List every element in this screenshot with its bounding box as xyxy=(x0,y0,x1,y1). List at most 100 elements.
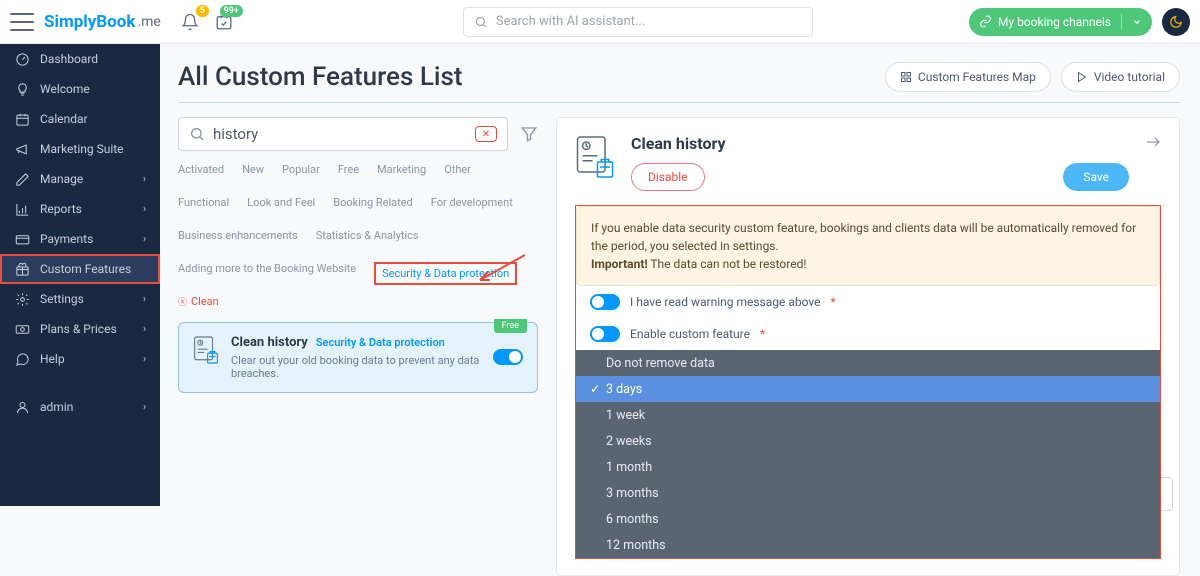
chevron-down-icon xyxy=(1132,17,1142,27)
dropdown-option-1-month[interactable]: ✓1 month xyxy=(576,454,1160,480)
filter-tag-other[interactable]: Other xyxy=(444,163,471,176)
warning-message: If you enable data security custom featu… xyxy=(576,206,1160,286)
filter-tags: Activated New Popular Free Marketing Other Fun… xyxy=(178,163,538,308)
filter-tag-clean-active[interactable]: ⓧ Clean xyxy=(178,295,219,308)
chat-icon xyxy=(14,352,30,367)
filter-tag-functional[interactable]: Functional xyxy=(178,196,229,209)
chevron-right-icon: › xyxy=(143,204,146,215)
sidebar-user-admin[interactable]: admin › xyxy=(0,392,160,422)
app-header: SimplyBook.me 5 99+ Search with AI assis… xyxy=(0,0,1200,44)
gift-icon xyxy=(14,262,30,277)
theme-toggle-button[interactable] xyxy=(1162,8,1190,36)
notification-badge: 5 xyxy=(196,5,209,17)
user-icon xyxy=(14,400,30,415)
sidebar-item-settings[interactable]: Settings› xyxy=(0,284,160,314)
chevron-right-icon: › xyxy=(143,174,146,185)
filter-tag-for-development[interactable]: For development xyxy=(431,196,513,209)
video-tutorial-button[interactable]: Video tutorial xyxy=(1061,62,1180,92)
main-content: All Custom Features List Custom Features… xyxy=(160,44,1200,576)
sidebar-item-reports[interactable]: Reports› xyxy=(0,194,160,224)
dropdown-option-12-months[interactable]: ✓12 months xyxy=(576,532,1160,558)
filter-tag-activated[interactable]: Activated xyxy=(178,163,224,176)
card-icon xyxy=(14,232,30,247)
gear-icon xyxy=(14,292,30,307)
document-trash-icon xyxy=(575,134,615,180)
feature-enable-toggle[interactable] xyxy=(493,349,523,365)
feature-card-clean-history[interactable]: Free Clean history Security & Data prote… xyxy=(178,322,538,393)
enable-feature-row: Enable custom feature * xyxy=(576,318,1160,350)
retention-period-dropdown[interactable]: ✓Do not remove data✓3 days✓1 week✓2 week… xyxy=(576,350,1160,558)
free-badge: Free xyxy=(494,319,527,333)
dropdown-option-2-weeks[interactable]: ✓2 weeks xyxy=(576,428,1160,454)
filter-tag-free[interactable]: Free xyxy=(338,163,359,176)
booking-channels-button[interactable]: My booking channels xyxy=(969,8,1152,36)
save-button[interactable]: Save xyxy=(1063,163,1129,191)
chevron-right-icon: › xyxy=(143,402,146,413)
sidebar-item-payments[interactable]: Payments› xyxy=(0,224,160,254)
sidebar: DashboardWelcomeCalendarMarketing SuiteM… xyxy=(0,44,160,506)
sidebar-item-welcome[interactable]: Welcome xyxy=(0,74,160,104)
search-icon xyxy=(189,126,205,142)
clear-search-button[interactable]: ✕ xyxy=(475,126,497,142)
sidebar-item-help[interactable]: Help› xyxy=(0,344,160,374)
search-icon xyxy=(474,15,488,29)
megaphone-icon xyxy=(14,142,30,157)
warning-acknowledge-row: I have read warning message above * xyxy=(576,286,1160,318)
custom-features-map-button[interactable]: Custom Features Map xyxy=(885,62,1051,92)
calendar-icon xyxy=(14,112,30,127)
chart-icon xyxy=(14,202,30,217)
sidebar-item-calendar[interactable]: Calendar xyxy=(0,104,160,134)
document-trash-icon xyxy=(193,335,219,365)
chevron-right-icon: › xyxy=(143,324,146,335)
dropdown-option-do-not-remove-data[interactable]: ✓Do not remove data xyxy=(576,350,1160,376)
sidebar-item-custom-features[interactable]: Custom Features xyxy=(0,254,160,284)
enable-feature-toggle[interactable] xyxy=(590,326,620,342)
feature-card-description: Clear out your old booking data to preve… xyxy=(231,354,481,380)
sidebar-item-plans-prices[interactable]: Plans & Prices› xyxy=(0,314,160,344)
filter-icon[interactable] xyxy=(520,125,538,143)
filter-tag-look-and-feel[interactable]: Look and Feel xyxy=(247,196,315,209)
check-icon: ✓ xyxy=(590,381,600,397)
hamburger-menu-icon[interactable] xyxy=(10,13,34,31)
app-logo[interactable]: SimplyBook.me xyxy=(44,12,161,32)
moon-icon xyxy=(1169,15,1183,29)
page-title: All Custom Features List xyxy=(178,62,463,92)
remove-filter-icon: ⓧ xyxy=(178,295,187,308)
filter-tag-marketing[interactable]: Marketing xyxy=(377,163,426,176)
dropdown-option-3-days[interactable]: ✓3 days xyxy=(576,376,1160,402)
filter-tag-popular[interactable]: Popular xyxy=(282,163,320,176)
collapse-panel-icon[interactable] xyxy=(1145,134,1161,150)
filter-tag-new[interactable]: New xyxy=(242,163,264,176)
grid-icon xyxy=(900,71,912,83)
feature-card-title: Clean history xyxy=(231,335,308,350)
calendar-badge: 99+ xyxy=(220,5,243,17)
filter-tag-security-data-protection[interactable]: Security & Data protection xyxy=(374,262,517,285)
filter-tag-statistics-analytics[interactable]: Statistics & Analytics xyxy=(316,229,419,242)
sidebar-item-marketing-suite[interactable]: Marketing Suite xyxy=(0,134,160,164)
disable-button[interactable]: Disable xyxy=(631,163,705,191)
features-list-column: ✕ Activated New Popular Free Marketing Other F… xyxy=(178,117,538,576)
calendar-check-icon[interactable]: 99+ xyxy=(215,13,233,31)
dropdown-option-3-months[interactable]: ✓3 months xyxy=(576,480,1160,506)
bulb-icon xyxy=(14,82,30,97)
chevron-right-icon: › xyxy=(143,234,146,245)
global-search-input[interactable]: Search with AI assistant... xyxy=(463,7,813,37)
notifications-bell-icon[interactable]: 5 xyxy=(181,13,199,31)
feature-detail-panel: Clean history Disable Save If you enable… xyxy=(556,117,1180,576)
filter-tag-business-enhancements[interactable]: Business enhancements xyxy=(178,229,298,242)
panel-title: Clean history xyxy=(631,134,1129,153)
gauge-icon xyxy=(14,52,30,67)
play-icon xyxy=(1076,71,1088,83)
chevron-right-icon: › xyxy=(143,354,146,365)
acknowledge-toggle[interactable] xyxy=(590,294,620,310)
filter-tag-adding-more-to-the-booking-website[interactable]: Adding more to the Booking Website xyxy=(178,262,356,285)
dropdown-option-1-week[interactable]: ✓1 week xyxy=(576,402,1160,428)
pencil-icon xyxy=(14,172,30,187)
dropdown-option-6-months[interactable]: ✓6 months xyxy=(576,506,1160,532)
sidebar-item-dashboard[interactable]: Dashboard xyxy=(0,44,160,74)
money-icon xyxy=(14,322,30,337)
link-icon xyxy=(979,15,992,28)
filter-tag-booking-related[interactable]: Booking Related xyxy=(333,196,413,209)
sidebar-item-manage[interactable]: Manage› xyxy=(0,164,160,194)
feature-search-input[interactable]: ✕ xyxy=(178,117,508,151)
